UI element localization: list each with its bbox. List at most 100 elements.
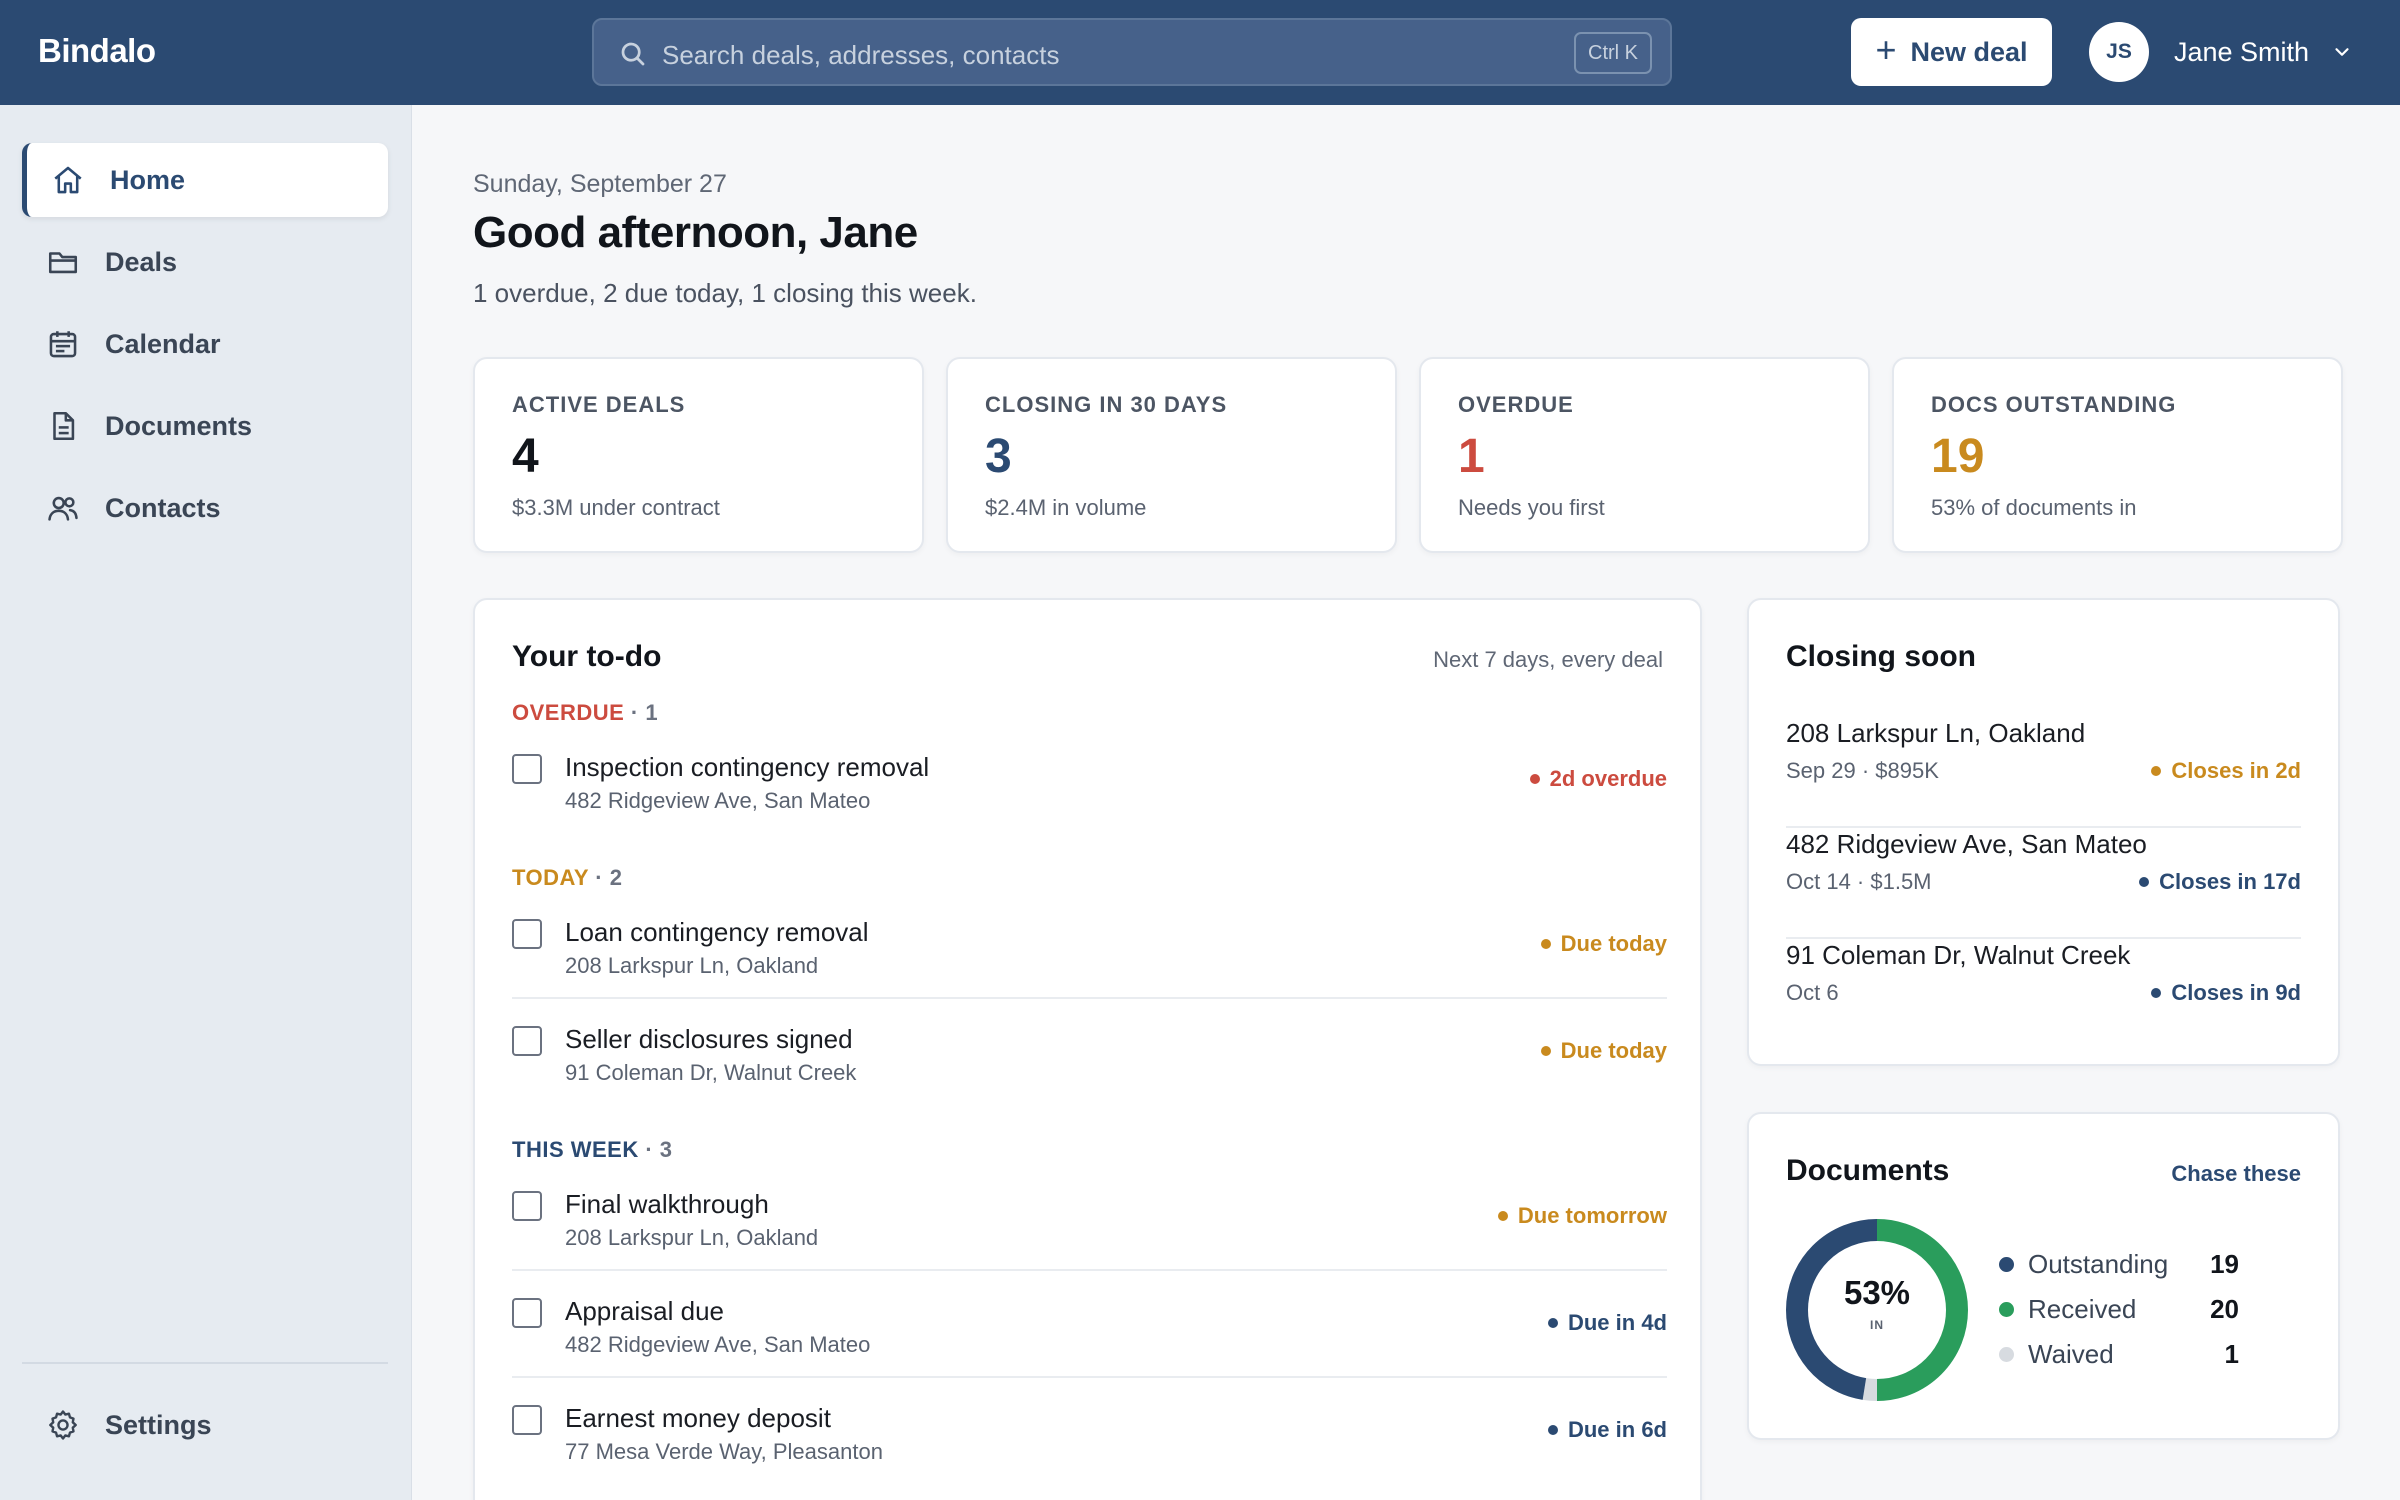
- status-dot: [1529, 774, 1540, 784]
- sidebar-item-label: Home: [110, 164, 186, 195]
- closing-status-text: Closes in 17d: [2159, 869, 2301, 894]
- legend-dot: [1999, 1347, 2014, 1362]
- sidebar-item-deals[interactable]: Deals: [22, 225, 388, 299]
- closing-status: Closes in 17d: [2139, 869, 2301, 895]
- stat-value: 3: [985, 430, 1012, 483]
- task-due-badge: 2d overdue: [1529, 766, 1667, 792]
- task-due-badge: Due tomorrow: [1497, 1203, 1667, 1229]
- closing-item[interactable]: 91 Coleman Dr, Walnut Creek Oct 6 Closes…: [1786, 940, 2301, 1050]
- task-checkbox[interactable]: [512, 1026, 542, 1056]
- stat-card-active-deals[interactable]: ACTIVE DEALS 4 $3.3M under contract: [473, 357, 924, 553]
- legend-value: 19: [2210, 1249, 2239, 1279]
- closing-address: 208 Larkspur Ln, Oakland: [1786, 718, 2086, 748]
- task-title: Loan contingency removal: [565, 917, 869, 947]
- page-summary: 1 overdue, 2 due today, 1 closing this w…: [473, 278, 977, 308]
- group-header-overdue: OVERDUE · 1: [512, 700, 659, 725]
- closing-status-text: Closes in 9d: [2171, 980, 2301, 1005]
- task-due-text: Due in 6d: [1567, 1417, 1667, 1442]
- legend-row-outstanding: Outstanding 19: [1999, 1245, 2239, 1285]
- documents-title: Documents: [1786, 1154, 1950, 1187]
- stat-subtext: $2.4M in volume: [985, 495, 1147, 520]
- task-title: Seller disclosures signed: [565, 1024, 853, 1054]
- app-logo[interactable]: Bindalo: [38, 32, 156, 70]
- legend-dot: [1999, 1257, 2014, 1272]
- task-checkbox[interactable]: [512, 1405, 542, 1435]
- task-title: Appraisal due: [565, 1296, 724, 1326]
- group-count: 1: [645, 700, 659, 725]
- stat-subtext: $3.3M under contract: [512, 495, 720, 520]
- stat-card-overdue[interactable]: OVERDUE 1 Needs you first: [1419, 357, 1870, 553]
- closing-address: 91 Coleman Dr, Walnut Creek: [1786, 940, 2131, 970]
- task-checkbox[interactable]: [512, 919, 542, 949]
- stat-card-docs-outstanding[interactable]: DOCS OUTSTANDING 19 53% of documents in: [1892, 357, 2343, 553]
- task-address: 91 Coleman Dr, Walnut Creek: [565, 1060, 857, 1085]
- task-due-text: Due today: [1560, 931, 1667, 956]
- stat-card-closing[interactable]: CLOSING IN 30 DAYS 3 $2.4M in volume: [946, 357, 1397, 553]
- todo-hint: Next 7 days, every deal: [1433, 647, 1663, 672]
- stat-value: 1: [1458, 430, 1485, 483]
- task-checkbox[interactable]: [512, 1191, 542, 1221]
- row-divider: [1786, 826, 2301, 828]
- legend-value: 1: [2224, 1339, 2239, 1369]
- legend-row-received: Received 20: [1999, 1290, 2239, 1330]
- user-menu[interactable]: JS Jane Smith: [2089, 22, 2353, 82]
- task-row[interactable]: Appraisal due 482 Ridgeview Ave, San Mat…: [512, 1294, 1667, 1378]
- folder-icon: [48, 252, 78, 274]
- stat-label: ACTIVE DEALS: [512, 392, 686, 417]
- status-dot: [1540, 939, 1551, 949]
- task-row[interactable]: Final walkthrough 208 Larkspur Ln, Oakla…: [512, 1187, 1667, 1271]
- task-checkbox[interactable]: [512, 754, 542, 784]
- calendar-icon: [49, 331, 77, 358]
- stat-label: OVERDUE: [1458, 392, 1574, 417]
- group-count: 2: [609, 865, 623, 890]
- avatar: JS: [2089, 22, 2149, 82]
- sidebar-item-documents[interactable]: Documents: [22, 389, 388, 463]
- document-icon: [53, 411, 75, 441]
- sidebar: Home Deals Calendar Documents Contacts S…: [0, 105, 412, 1500]
- sidebar-item-home[interactable]: Home: [22, 143, 388, 217]
- stat-subtext: 53% of documents in: [1931, 495, 2137, 520]
- home-icon: [54, 166, 82, 194]
- closing-soon-title: Closing soon: [1786, 640, 1976, 673]
- task-address: 208 Larkspur Ln, Oakland: [565, 953, 819, 978]
- sidebar-item-contacts[interactable]: Contacts: [22, 471, 388, 545]
- search-input[interactable]: Search deals, addresses, contacts Ctrl K: [592, 18, 1672, 86]
- sidebar-item-label: Contacts: [105, 492, 221, 523]
- closing-item[interactable]: 208 Larkspur Ln, Oakland Sep 29 · $895K …: [1786, 718, 2301, 828]
- row-divider: [512, 1376, 1667, 1378]
- task-address: 482 Ridgeview Ave, San Mateo: [565, 788, 871, 813]
- task-checkbox[interactable]: [512, 1298, 542, 1328]
- closing-status: Closes in 9d: [2151, 980, 2301, 1006]
- users-icon: [48, 496, 78, 521]
- closing-meta: Oct 14 · $1.5M: [1786, 869, 1932, 894]
- sidebar-item-label: Calendar: [105, 328, 221, 359]
- sidebar-item-settings[interactable]: Settings: [22, 1388, 388, 1462]
- gear-icon: [49, 1410, 77, 1440]
- task-due-badge: Due in 4d: [1547, 1310, 1667, 1336]
- plus-icon: +: [1875, 29, 1897, 70]
- stat-value: 19: [1931, 430, 1985, 483]
- user-name: Jane Smith: [2174, 36, 2310, 67]
- row-divider: [512, 997, 1667, 999]
- sidebar-item-calendar[interactable]: Calendar: [22, 307, 388, 381]
- task-row[interactable]: Earnest money deposit 77 Mesa Verde Way,…: [512, 1401, 1667, 1485]
- new-deal-button[interactable]: + New deal: [1851, 18, 2052, 86]
- chevron-down-icon: [2335, 48, 2349, 56]
- closing-item[interactable]: 482 Ridgeview Ave, San Mateo Oct 14 · $1…: [1786, 829, 2301, 939]
- closing-meta: Oct 6: [1786, 980, 1839, 1005]
- status-dot: [2139, 877, 2150, 887]
- closing-status-text: Closes in 2d: [2171, 758, 2301, 783]
- task-row[interactable]: Seller disclosures signed 91 Coleman Dr,…: [512, 1022, 1667, 1106]
- sidebar-item-label: Documents: [105, 410, 253, 441]
- task-row[interactable]: Loan contingency removal 208 Larkspur Ln…: [512, 915, 1667, 999]
- new-deal-label: New deal: [1910, 36, 2028, 67]
- legend-value: 20: [2210, 1294, 2239, 1324]
- task-row[interactable]: Inspection contingency removal 482 Ridge…: [512, 750, 1667, 834]
- donut-subtitle: IN: [1870, 1318, 1884, 1332]
- documents-card: Documents Chase these 53% IN Outstanding…: [1747, 1112, 2340, 1440]
- stat-subtext: Needs you first: [1458, 495, 1605, 520]
- task-due-text: Due today: [1560, 1038, 1667, 1063]
- chase-these-link[interactable]: Chase these: [2171, 1161, 2301, 1187]
- task-due-badge: Due today: [1540, 1038, 1667, 1064]
- current-date: Sunday, September 27: [473, 170, 727, 198]
